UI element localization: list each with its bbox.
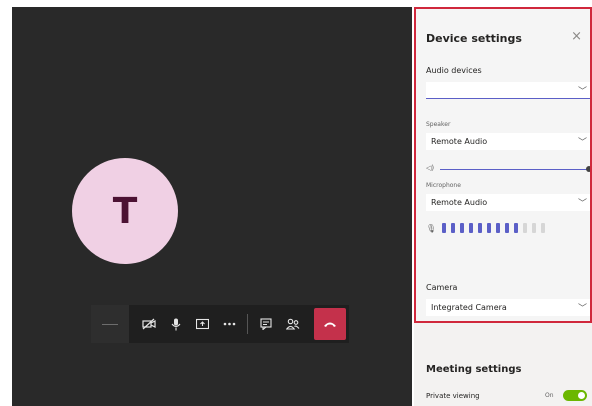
private-viewing-state: On — [545, 392, 554, 399]
mic-level-bar — [505, 223, 510, 233]
microphone-button[interactable] — [162, 305, 189, 343]
mic-level-bar — [460, 223, 465, 233]
participant-avatar: T — [72, 158, 178, 264]
mic-level-bar — [487, 223, 492, 233]
more-icon — [223, 322, 236, 326]
microphone-icon: 🎙 — [426, 223, 437, 233]
mic-level-bar — [523, 223, 528, 233]
speaker-value: Remote Audio — [431, 137, 488, 146]
chevron-down-icon: ﹀ — [577, 138, 587, 148]
speaker-volume-slider[interactable]: ◁) — [426, 164, 592, 175]
microphone-icon — [171, 318, 180, 330]
video-off-button[interactable] — [135, 305, 162, 343]
toggle-knob — [578, 392, 585, 399]
mic-level-bar — [496, 223, 501, 233]
private-viewing-toggle[interactable] — [563, 390, 587, 401]
mic-level-bar — [442, 223, 447, 233]
speaker-icon: ◁) — [426, 164, 435, 172]
volume-track — [440, 169, 588, 170]
microphone-dropdown[interactable]: Remote Audio ﹀ — [426, 194, 592, 211]
device-settings-title: Device settings — [426, 32, 522, 45]
hang-up-button[interactable] — [314, 308, 346, 340]
video-off-icon — [141, 318, 156, 330]
audio-devices-label: Audio devices — [426, 66, 482, 75]
mic-level-bars — [442, 223, 550, 233]
call-toolbar — [91, 305, 349, 343]
mic-level-bar — [541, 223, 546, 233]
avatar-initial: T — [112, 190, 138, 232]
call-stage: T — [12, 7, 412, 406]
share-screen-button[interactable] — [189, 305, 216, 343]
microphone-value: Remote Audio — [431, 198, 488, 207]
audio-device-dropdown[interactable]: ﹀ — [426, 82, 592, 99]
call-timer — [91, 305, 129, 343]
mic-level-bar — [514, 223, 519, 233]
chevron-down-icon: ﹀ — [577, 87, 587, 97]
chevron-down-icon: ﹀ — [577, 304, 587, 314]
share-screen-icon — [196, 318, 209, 330]
chat-button[interactable] — [252, 305, 279, 343]
mic-level-bar — [532, 223, 537, 233]
private-viewing-label: Private viewing — [426, 392, 480, 400]
device-settings-card: Device settings × Audio devices ﹀ Speake… — [414, 7, 592, 323]
camera-dropdown[interactable]: Integrated Camera ﹀ — [426, 299, 592, 316]
speaker-label: Speaker — [426, 121, 451, 128]
camera-value: Integrated Camera — [431, 303, 507, 312]
speaker-dropdown[interactable]: Remote Audio ﹀ — [426, 133, 592, 150]
camera-label: Camera — [426, 283, 458, 292]
meeting-settings-title: Meeting settings — [426, 364, 522, 375]
close-icon[interactable]: × — [571, 29, 582, 44]
participants-icon — [285, 318, 299, 330]
mic-level-bar — [478, 223, 483, 233]
chat-icon — [259, 318, 272, 330]
chevron-down-icon: ﹀ — [577, 199, 587, 209]
participants-button[interactable] — [279, 305, 306, 343]
settings-panel: Device settings × Audio devices ﹀ Speake… — [414, 7, 592, 406]
toolbar-divider — [247, 314, 248, 334]
mic-level-bar — [469, 223, 474, 233]
volume-thumb[interactable] — [586, 166, 592, 172]
mic-level-bar — [451, 223, 456, 233]
more-actions-button[interactable] — [216, 305, 243, 343]
mic-level-meter: 🎙 — [426, 222, 550, 234]
hang-up-icon — [324, 322, 336, 327]
microphone-label: Microphone — [426, 182, 461, 189]
